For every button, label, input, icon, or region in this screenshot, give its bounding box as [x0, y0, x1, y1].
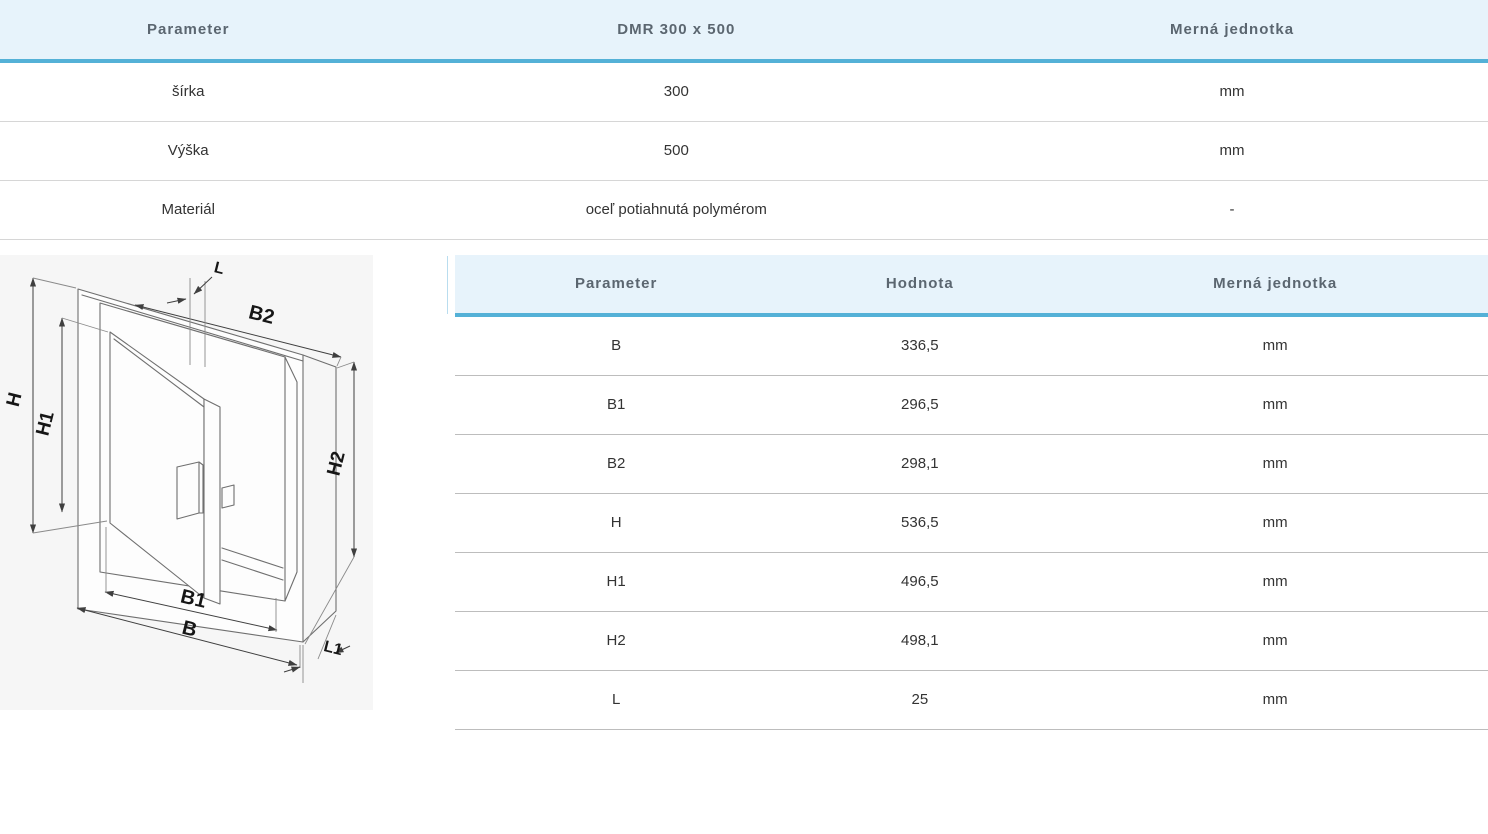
dims-header-unit: Merná jednotka: [1213, 275, 1338, 292]
dim-label-l: L: [212, 259, 226, 278]
dimensions-table: Parameter Hodnota Merná jednotka B 336,5…: [455, 255, 1488, 730]
dim-label-b2: B2: [246, 301, 276, 329]
table-row: B2 298,1 mm: [455, 435, 1488, 494]
dims-header-value: Hodnota: [885, 275, 954, 292]
table-row: B1 296,5 mm: [455, 376, 1488, 435]
dim-label-h2: H2: [324, 449, 350, 478]
dims-table-header-row: Parameter Hodnota Merná jednotka: [455, 255, 1488, 317]
table-row: L 25 mm: [455, 671, 1488, 730]
dims-cell-parameter: H: [610, 514, 622, 531]
table-row: Výška 500 mm: [0, 122, 1488, 181]
dims-cell-value: 296,5: [901, 396, 939, 413]
dims-cell-unit: mm: [1262, 455, 1288, 472]
spec-header-unit: Merná jednotka: [1170, 20, 1295, 38]
table-row: Materiál oceľ potiahnutá polymérom -: [0, 181, 1488, 240]
dims-header-parameter: Parameter: [574, 275, 658, 292]
spec-cell-unit: mm: [1219, 83, 1245, 100]
spec-cell-parameter: Materiál: [161, 201, 215, 218]
table-row: H 536,5 mm: [455, 494, 1488, 553]
dims-cell-unit: mm: [1262, 337, 1288, 354]
table-row: H1 496,5 mm: [455, 553, 1488, 612]
dim-label-l1: L1: [322, 638, 344, 659]
dims-cell-value: 536,5: [901, 514, 939, 531]
dims-cell-unit: mm: [1262, 396, 1288, 413]
dims-cell-value: 298,1: [901, 455, 939, 472]
spec-cell-value: 500: [663, 142, 689, 159]
dims-cell-unit: mm: [1262, 514, 1288, 531]
spec-cell-value: oceľ potiahnutá polymérom: [585, 201, 767, 218]
dims-cell-value: 336,5: [901, 337, 939, 354]
access-door-diagram: H H1 H2 B2 L B1 B L1: [3, 259, 358, 683]
table-row: B 336,5 mm: [455, 317, 1488, 376]
dims-cell-unit: mm: [1262, 691, 1288, 708]
table-row: H2 498,1 mm: [455, 612, 1488, 671]
spec-header-model: DMR 300 x 500: [617, 20, 736, 38]
spec-cell-unit: mm: [1219, 142, 1245, 159]
dims-cell-value: 25: [911, 691, 929, 708]
spec-cell-parameter: Výška: [167, 142, 209, 159]
dims-cell-unit: mm: [1262, 573, 1288, 590]
door-latch: [221, 484, 235, 509]
product-spec-page: Parameter DMR 300 x 500 Merná jednotka š…: [0, 0, 1488, 834]
spec-header-parameter: Parameter: [147, 20, 230, 38]
dims-cell-unit: mm: [1262, 632, 1288, 649]
table-left-edge-line: [447, 256, 448, 314]
dims-cell-parameter: H2: [606, 632, 626, 649]
door-frame-drawing: [77, 288, 337, 643]
dims-cell-parameter: B: [611, 337, 622, 354]
dim-label-h1: H1: [33, 409, 59, 438]
technical-drawing: H H1 H2 B2 L B1 B L1: [0, 255, 373, 710]
spec-cell-unit: -: [1229, 201, 1235, 218]
spec-table: Parameter DMR 300 x 500 Merná jednotka š…: [0, 0, 1488, 240]
spec-table-header-row: Parameter DMR 300 x 500 Merná jednotka: [0, 0, 1488, 63]
spec-cell-parameter: šírka: [171, 83, 205, 100]
dim-label-h: H: [3, 390, 27, 408]
spec-cell-value: 300: [663, 83, 689, 100]
dims-cell-value: 496,5: [901, 573, 939, 590]
dims-cell-parameter: B2: [606, 455, 626, 472]
table-row: šírka 300 mm: [0, 63, 1488, 122]
dims-cell-parameter: L: [611, 691, 621, 708]
dims-cell-value: 498,1: [901, 632, 939, 649]
dims-cell-parameter: B1: [606, 396, 626, 413]
dims-cell-parameter: H1: [606, 573, 626, 590]
